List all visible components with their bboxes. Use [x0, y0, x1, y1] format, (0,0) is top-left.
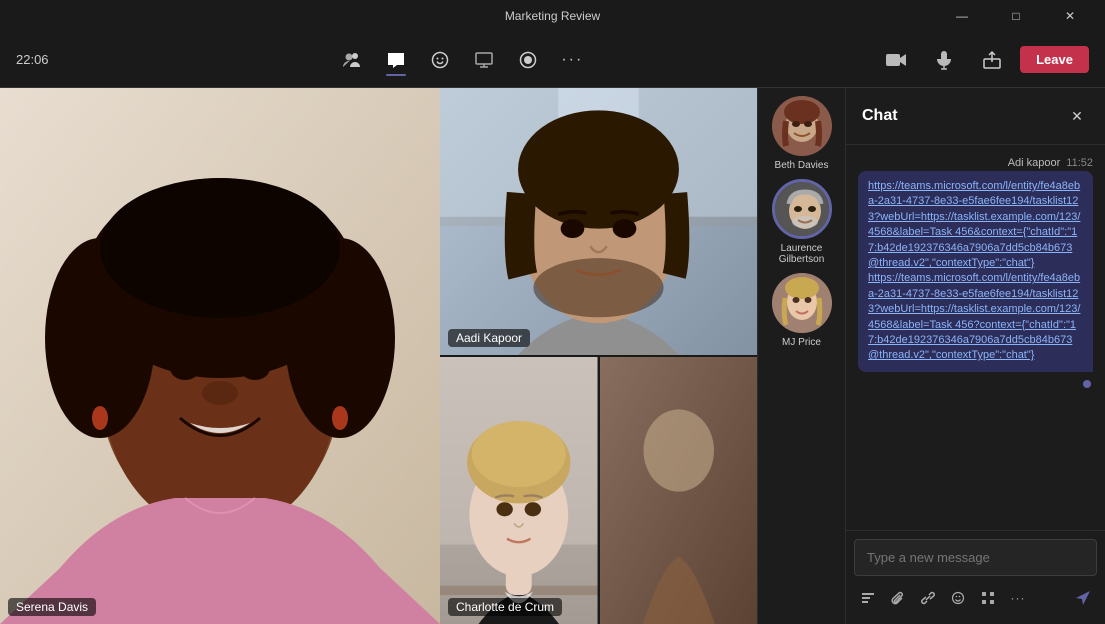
charlotte-name-label: Charlotte de Crum — [448, 598, 562, 616]
chat-panel: Chat ✕ Adi kapoor 11:52 https://teams.mi… — [845, 88, 1105, 624]
window-title: Marketing Review — [505, 9, 600, 23]
message-sender: Adi kapoor — [1008, 157, 1061, 169]
video-serena: Serena Davis — [0, 88, 440, 624]
beth-avatar — [772, 96, 832, 156]
scroll-indicator — [1083, 380, 1091, 388]
chat-header: Chat ✕ — [846, 88, 1105, 145]
video-4th — [600, 357, 758, 624]
more-options-chat-button[interactable]: ··· — [1004, 584, 1032, 612]
close-button[interactable]: ✕ — [1047, 0, 1093, 32]
video-area: Serena Davis — [0, 88, 845, 624]
chat-message-adi: Adi kapoor 11:52 https://teams.microsoft… — [858, 157, 1093, 372]
serena-video-feed — [0, 88, 440, 624]
reactions-button[interactable] — [420, 42, 460, 78]
participants-button[interactable] — [332, 42, 372, 78]
video-bottom-row: Charlotte de Crum — [440, 357, 757, 624]
chat-button[interactable] — [376, 42, 416, 78]
video-charlotte: Charlotte de Crum — [440, 357, 598, 624]
format-text-button[interactable] — [854, 584, 882, 612]
message-meta: Adi kapoor 11:52 — [858, 157, 1093, 169]
mj-avatar — [772, 273, 832, 333]
video-aadi: Aadi Kapoor — [440, 88, 757, 355]
participant-beth[interactable]: Beth Davies — [772, 96, 832, 171]
laurence-avatar — [772, 179, 832, 239]
participant-laurence[interactable]: Laurence Gilbertson — [762, 179, 842, 265]
aadi-video-feed — [440, 88, 757, 355]
whiteboard-button[interactable] — [464, 42, 504, 78]
toolbar: 22:06 — [0, 32, 1105, 88]
chat-title: Chat — [862, 107, 898, 125]
mj-name: MJ Price — [782, 337, 821, 348]
chat-input-area: ··· — [846, 530, 1105, 624]
recording-button[interactable] — [508, 42, 548, 78]
toolbar-center: ··· — [332, 42, 592, 78]
message-link-1[interactable]: https://teams.microsoft.com/l/entity/fe4… — [868, 180, 1080, 269]
share-content-button[interactable] — [972, 42, 1012, 78]
attach-file-button[interactable] — [884, 584, 912, 612]
beth-name: Beth Davies — [775, 160, 829, 171]
aadi-name-label: Aadi Kapoor — [448, 329, 530, 347]
chat-messages: Adi kapoor 11:52 https://teams.microsoft… — [846, 145, 1105, 530]
chat-toolbar: ··· — [854, 580, 1097, 616]
more-actions-button[interactable]: ··· — [552, 42, 592, 78]
leave-call-button[interactable]: Leave — [1020, 46, 1089, 73]
emoji-button[interactable] — [944, 584, 972, 612]
minimize-button[interactable]: — — [939, 0, 985, 32]
mic-toggle-button[interactable] — [924, 42, 964, 78]
apps-button[interactable] — [974, 584, 1002, 612]
chat-tools: ··· — [854, 584, 1032, 612]
laurence-name: Laurence Gilbertson — [762, 243, 842, 265]
participant-sidebar: Beth Davies — [757, 88, 845, 624]
participant-mj[interactable]: MJ Price — [772, 273, 832, 348]
window-controls: — □ ✕ — [939, 0, 1093, 32]
call-time: 22:06 — [16, 52, 49, 67]
video-grid-right: Aadi Kapoor — [440, 88, 757, 624]
camera-toggle-button[interactable] — [876, 42, 916, 78]
message-input[interactable] — [854, 539, 1097, 576]
message-bubble[interactable]: https://teams.microsoft.com/l/entity/fe4… — [858, 171, 1093, 372]
title-bar: Marketing Review — □ ✕ — [0, 0, 1105, 32]
maximize-button[interactable]: □ — [993, 0, 1039, 32]
send-message-button[interactable] — [1069, 584, 1097, 612]
toolbar-right: Leave — [876, 42, 1089, 78]
message-link-2[interactable]: https://teams.microsoft.com/l/entity/fe4… — [868, 272, 1080, 361]
link-button[interactable] — [914, 584, 942, 612]
chat-close-button[interactable]: ✕ — [1065, 104, 1089, 128]
main-content: Serena Davis — [0, 88, 1105, 624]
message-time: 11:52 — [1066, 157, 1093, 169]
serena-name-label: Serena Davis — [8, 598, 96, 616]
